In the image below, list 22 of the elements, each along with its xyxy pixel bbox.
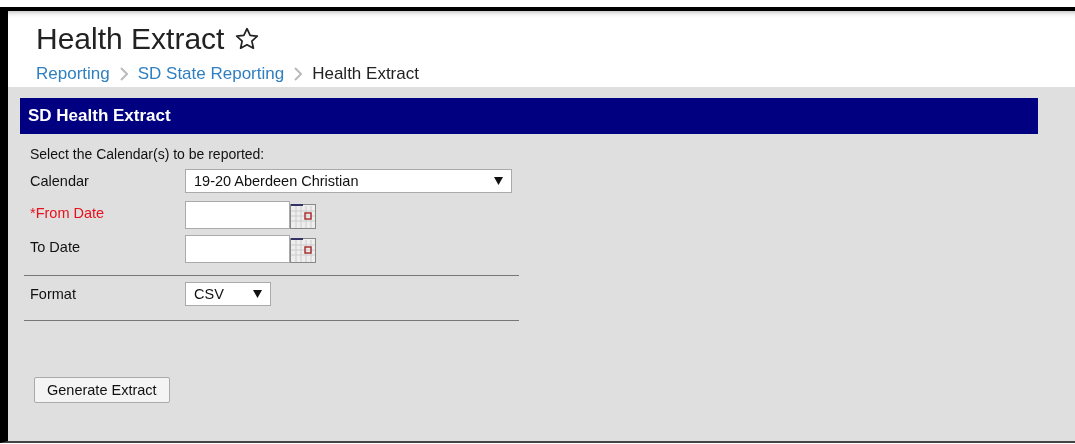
caret-icon: [494, 177, 503, 185]
field-label: Format: [29, 286, 77, 302]
chevron-icon: [294, 67, 303, 81]
breadcrumb-current: Health Extract: [312, 63, 419, 85]
date-field[interactable]: [185, 235, 290, 263]
page-title: Health Extract: [36, 21, 225, 57]
dropdown[interactable]: 19-20 Aberdeen Christian: [185, 169, 512, 193]
instruction-text: Select the Calendar(s) to be reported:: [30, 146, 265, 162]
star-icon[interactable]: [234, 26, 261, 52]
breadcrumb-link[interactable]: SD State Reporting: [137, 63, 285, 85]
field-label: *From Date: [29, 205, 106, 221]
calendar-icon[interactable]: [290, 237, 316, 263]
field-label: To Date: [29, 239, 81, 255]
breadcrumb-link[interactable]: Reporting: [36, 63, 110, 85]
panel-title-bar: SD Health Extract: [20, 98, 1038, 134]
generate-extract-button[interactable]: Generate Extract: [34, 377, 170, 403]
chevron-icon: [119, 67, 128, 81]
field-label: Calendar: [29, 173, 90, 189]
date-field[interactable]: [185, 201, 290, 229]
caret-icon: [253, 290, 262, 298]
dropdown[interactable]: CSV: [185, 282, 271, 306]
calendar-icon[interactable]: [290, 203, 316, 229]
